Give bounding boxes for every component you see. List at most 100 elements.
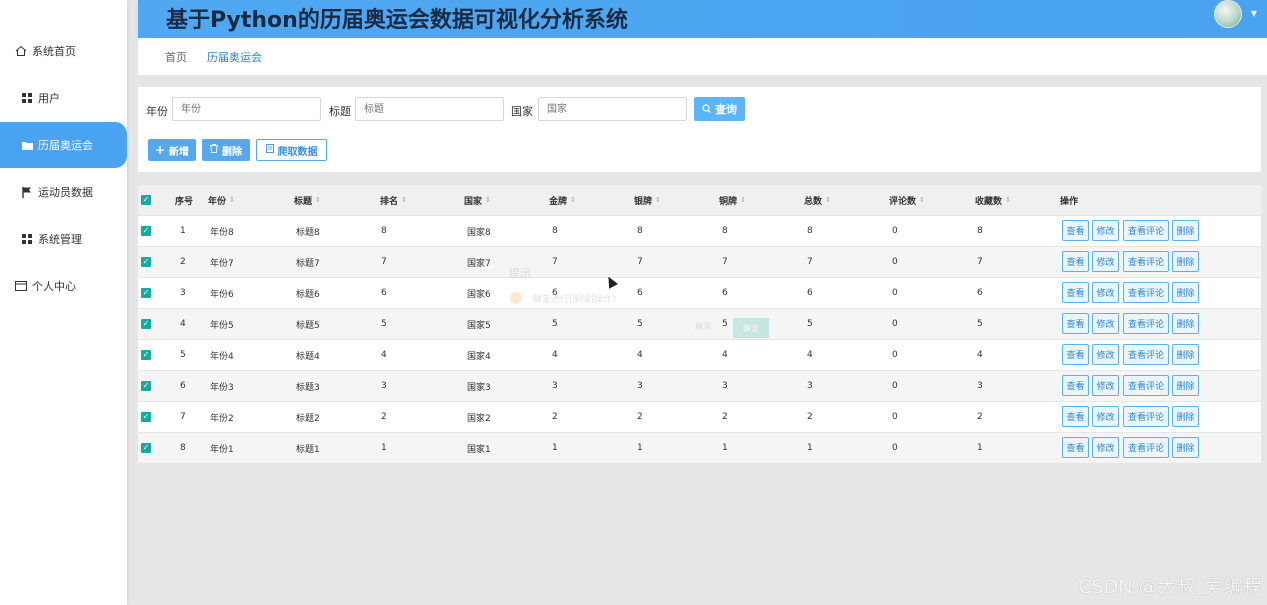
crawl-button[interactable]: 爬取数据 (256, 139, 327, 161)
row-checkbox[interactable]: ✓ (141, 216, 151, 246)
select-all-checkbox[interactable]: ✓ (141, 185, 151, 215)
sort-icon: ⇕ (919, 196, 925, 204)
cell-title: 标题6 (296, 289, 320, 300)
edit-button[interactable]: 修改 (1092, 282, 1119, 303)
header-comments[interactable]: 评论数 ⇕ (889, 185, 925, 215)
table-row[interactable]: ✓ 4 年份5 标题5 5 国家5 5 5 5 5 0 5 查看 修改 查看评论 删除 (138, 308, 1261, 339)
view-comments-button[interactable]: 查看评论 (1123, 344, 1169, 365)
delete-row-button[interactable]: 删除 (1172, 437, 1199, 458)
delete-row-button[interactable]: 删除 (1172, 282, 1199, 303)
delete-row-button[interactable]: 删除 (1172, 251, 1199, 272)
add-button-label: 新增 (169, 146, 190, 158)
table-row[interactable]: ✓ 6 年份3 标题3 3 国家3 3 3 3 3 0 3 查看 修改 查看评论 删除 (138, 370, 1261, 401)
table-row[interactable]: ✓ 2 年份7 标题7 7 国家7 7 7 7 7 0 7 查看 修改 查看评论 删除 (138, 246, 1261, 277)
delete-row-button[interactable]: 删除 (1172, 406, 1199, 427)
breadcrumb-home[interactable]: 首页 (165, 49, 187, 65)
cell-title: 标题4 (296, 351, 320, 362)
row-checkbox[interactable]: ✓ (141, 309, 151, 339)
country-label: 国家 (511, 105, 533, 118)
header-country[interactable]: 国家 ⇕ (464, 185, 491, 215)
view-comments-button[interactable]: 查看评论 (1123, 282, 1169, 303)
view-button[interactable]: 查看 (1062, 406, 1089, 427)
edit-button[interactable]: 修改 (1092, 251, 1119, 272)
sidebar-item-athletes[interactable]: 运动员数据 (0, 169, 127, 215)
cell-title: 标题7 (296, 258, 320, 269)
breadcrumb-current[interactable]: 历届奥运会 (207, 49, 262, 65)
sidebar-item-olympics[interactable]: 历届奥运会 (0, 122, 127, 168)
sidebar-item-label: 个人中心 (32, 280, 76, 293)
header-silver[interactable]: 银牌 ⇕ (634, 185, 661, 215)
header-title[interactable]: 标题 ⇕ (294, 185, 321, 215)
delete-row-button[interactable]: 删除 (1172, 344, 1199, 365)
cell-bronze: 2 (722, 412, 728, 422)
delete-row-button[interactable]: 删除 (1172, 313, 1199, 334)
add-button[interactable]: + 新增 (148, 139, 196, 161)
view-comments-button[interactable]: 查看评论 (1123, 437, 1169, 458)
header-total[interactable]: 总数 ⇕ (804, 185, 831, 215)
view-button[interactable]: 查看 (1062, 313, 1089, 334)
cell-year: 年份2 (210, 413, 234, 424)
table-row[interactable]: ✓ 8 年份1 标题1 1 国家1 1 1 1 1 0 1 查看 修改 查看评论 删除 (138, 432, 1261, 463)
row-checkbox[interactable]: ✓ (141, 278, 151, 308)
table-row[interactable]: ✓ 5 年份4 标题4 4 国家4 4 4 4 4 0 4 查看 修改 查看评论 删除 (138, 339, 1261, 370)
table-row[interactable]: ✓ 7 年份2 标题2 2 国家2 2 2 2 2 0 2 查看 修改 查看评论 删除 (138, 401, 1261, 432)
country-input[interactable] (538, 97, 687, 121)
query-button[interactable]: 查询 (694, 97, 745, 121)
sidebar-item-label: 运动员数据 (38, 186, 93, 199)
delete-row-button[interactable]: 删除 (1172, 375, 1199, 396)
title-input[interactable] (355, 97, 504, 121)
view-comments-button[interactable]: 查看评论 (1123, 406, 1169, 427)
edit-button[interactable]: 修改 (1092, 220, 1119, 241)
avatar[interactable] (1214, 0, 1242, 28)
table-row[interactable]: ✓ 3 年份6 标题6 6 国家6 6 6 6 6 0 6 查看 修改 查看评论 删除 (138, 277, 1261, 308)
table-row[interactable]: ✓ 1 年份8 标题8 8 国家8 8 8 8 8 0 8 查看 修改 查看评论 删除 (138, 215, 1261, 246)
view-button[interactable]: 查看 (1062, 220, 1089, 241)
row-checkbox[interactable]: ✓ (141, 402, 151, 432)
table-body: ✓ 1 年份8 标题8 8 国家8 8 8 8 8 0 8 查看 修改 查看评论 删除 ✓ 2 年份7 标题7 7 国家7… (138, 215, 1261, 463)
watermark: CSDN @大叔_爱编程 (1078, 576, 1262, 598)
view-button[interactable]: 查看 (1062, 437, 1089, 458)
view-comments-button[interactable]: 查看评论 (1123, 313, 1169, 334)
view-button[interactable]: 查看 (1062, 375, 1089, 396)
header-gold[interactable]: 金牌 ⇕ (549, 185, 576, 215)
header-bronze[interactable]: 铜牌 ⇕ (719, 185, 746, 215)
cell-title: 标题2 (296, 413, 320, 424)
view-button[interactable]: 查看 (1062, 251, 1089, 272)
cell-total: 2 (807, 412, 813, 422)
view-comments-button[interactable]: 查看评论 (1123, 251, 1169, 272)
edit-button[interactable]: 修改 (1092, 406, 1119, 427)
year-input[interactable] (172, 97, 321, 121)
cell-total: 5 (807, 319, 813, 329)
cell-silver: 8 (637, 226, 643, 236)
edit-button[interactable]: 修改 (1092, 313, 1119, 334)
chevron-down-icon[interactable]: ▼ (1251, 9, 1257, 18)
row-checkbox[interactable]: ✓ (141, 433, 151, 463)
data-table: ✓ 序号 年份 ⇕ 标题 ⇕ 排名 ⇕ 国家 ⇕ 金牌 ⇕ 银牌 ⇕ 铜牌 ⇕ 总数 ⇕ 评论数… (138, 185, 1261, 463)
row-checkbox[interactable]: ✓ (141, 371, 151, 401)
view-button[interactable]: 查看 (1062, 344, 1089, 365)
sidebar-item-home[interactable]: 系统首页 (0, 28, 127, 74)
edit-button[interactable]: 修改 (1092, 344, 1119, 365)
header-rank[interactable]: 排名 ⇕ (380, 185, 407, 215)
edit-button[interactable]: 修改 (1092, 375, 1119, 396)
view-button[interactable]: 查看 (1062, 282, 1089, 303)
delete-button[interactable]: 删除 (202, 139, 250, 161)
header-index: 序号 (175, 196, 194, 207)
view-comments-button[interactable]: 查看评论 (1123, 220, 1169, 241)
sidebar-item-users[interactable]: 用户 (0, 75, 127, 121)
delete-row-button[interactable]: 删除 (1172, 220, 1199, 241)
sort-icon: ⇕ (229, 196, 235, 204)
cell-rank: 4 (381, 350, 387, 360)
cell-total: 3 (807, 381, 813, 391)
header-favorites[interactable]: 收藏数 ⇕ (975, 185, 1011, 215)
cell-year: 年份4 (210, 351, 234, 362)
view-comments-button[interactable]: 查看评论 (1123, 375, 1169, 396)
header-year[interactable]: 年份 ⇕ (208, 185, 235, 215)
cell-total: 4 (807, 350, 813, 360)
cell-rank: 5 (381, 319, 387, 329)
edit-button[interactable]: 修改 (1092, 437, 1119, 458)
row-checkbox[interactable]: ✓ (141, 247, 151, 277)
row-checkbox[interactable]: ✓ (141, 340, 151, 370)
sidebar-item-profile[interactable]: 个人中心 (0, 263, 127, 309)
sidebar-item-system[interactable]: 系统管理 (0, 216, 127, 262)
